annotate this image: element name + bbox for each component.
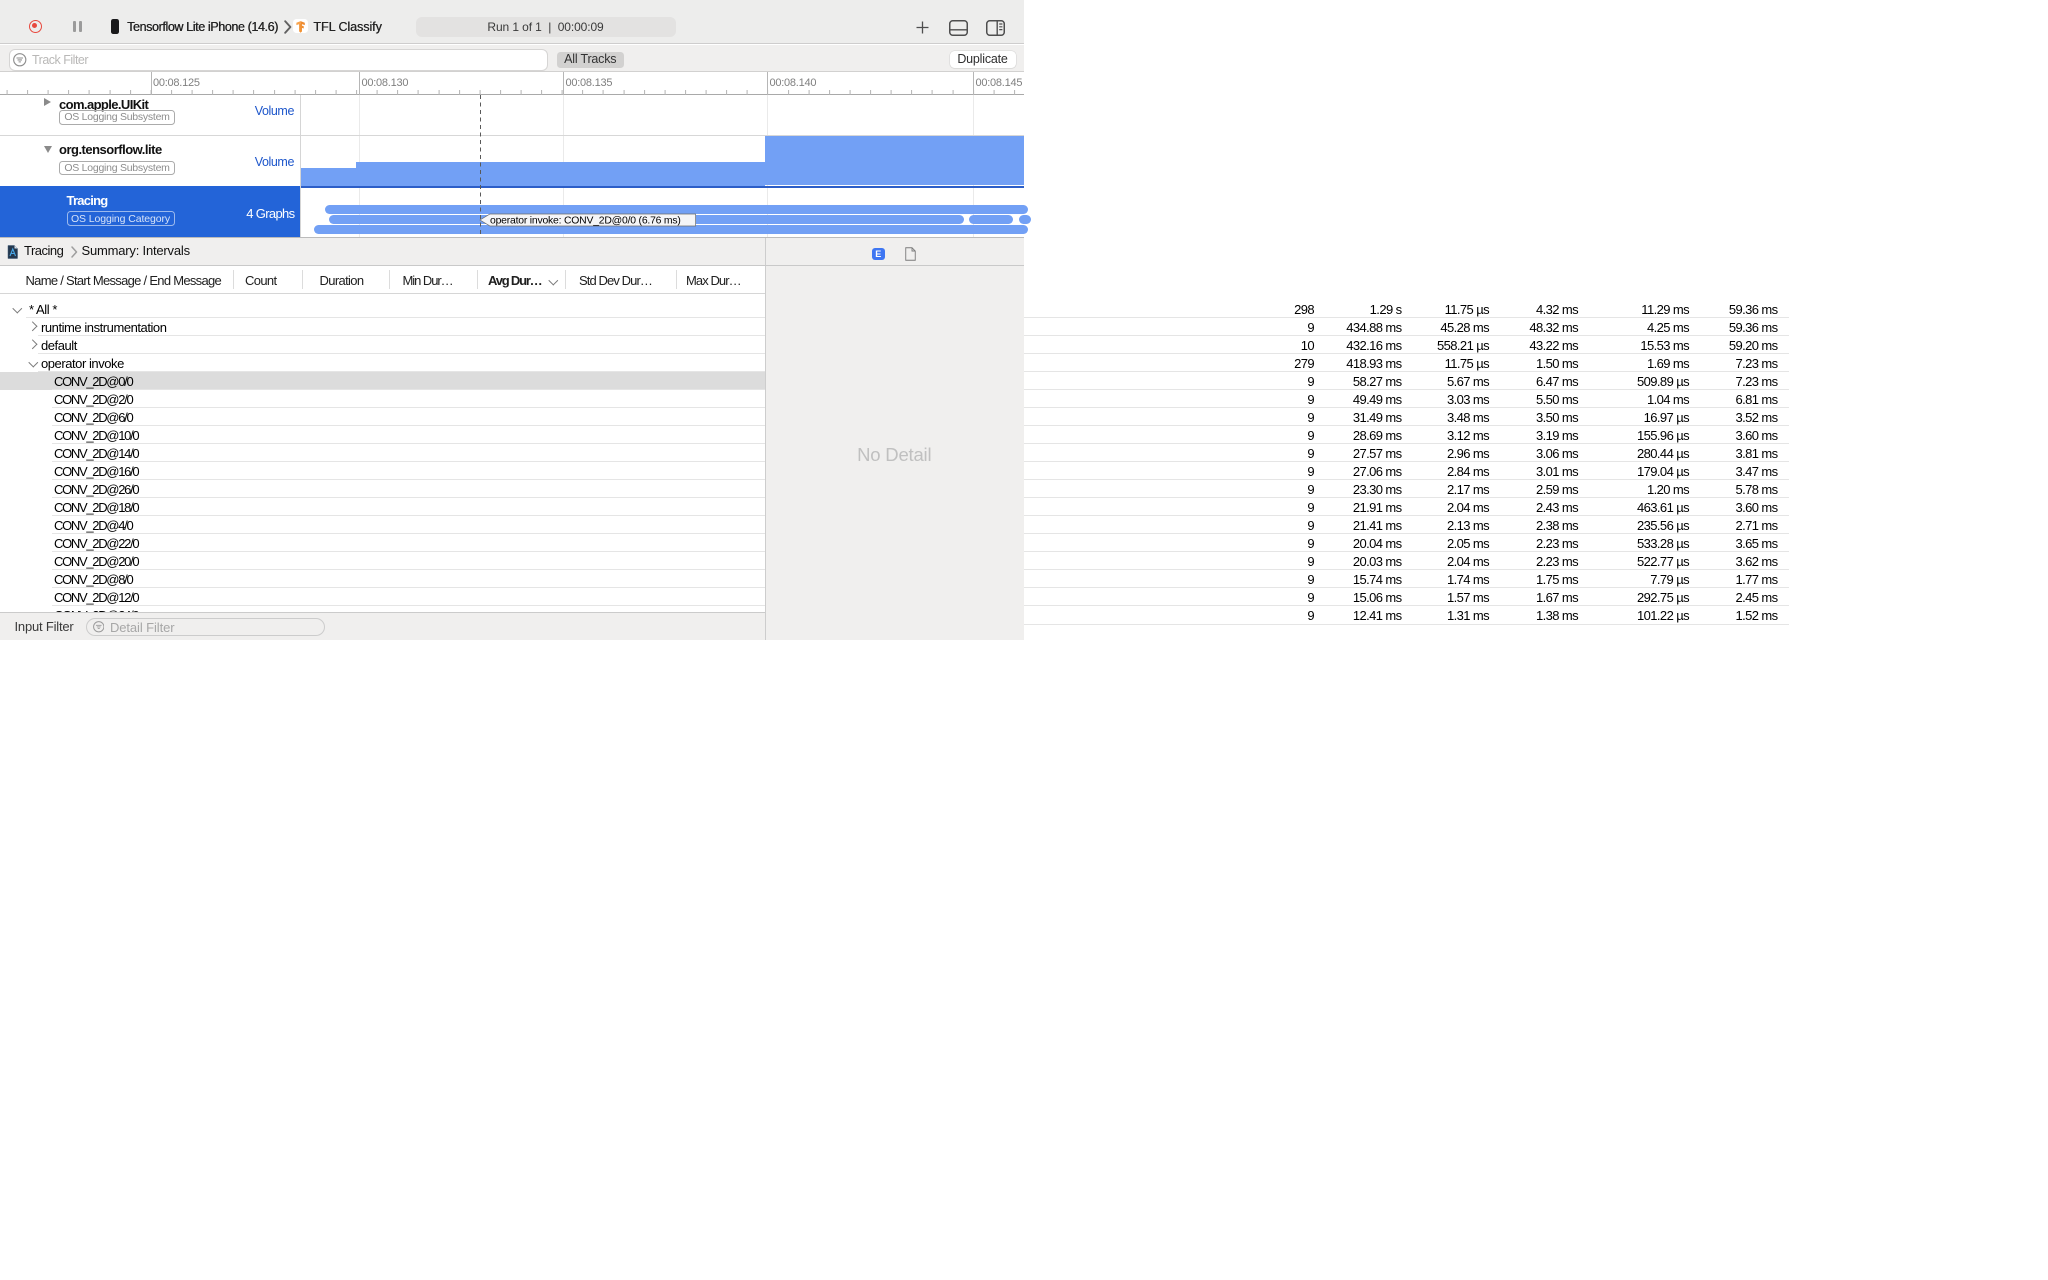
svg-text:operator invoke: CONV_2D@0/0 (: operator invoke: CONV_2D@0/0 (6.76 ms) xyxy=(490,215,681,226)
